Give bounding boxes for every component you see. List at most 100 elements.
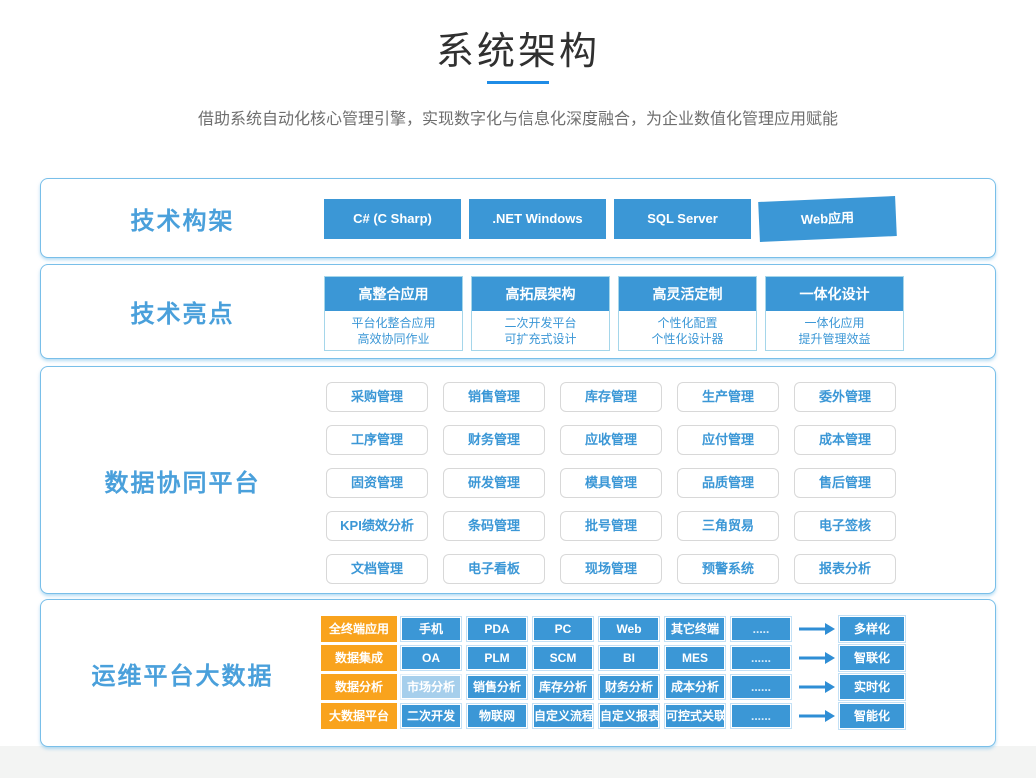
bigdata-result: 智联化 bbox=[839, 645, 905, 671]
highlight-card-flexibility: 高灵活定制 个性化配置 个性化设计器 bbox=[618, 276, 757, 351]
module-chip: 条码管理 bbox=[443, 511, 545, 541]
highlights-panel: 技术亮点 高整合应用 平台化整合应用 高效协同作业 高拓展架构 二次开发平台 可… bbox=[40, 264, 996, 359]
highlight-card-title: 高整合应用 bbox=[325, 277, 462, 313]
bigdata-chip: 物联网 bbox=[467, 704, 527, 728]
bigdata-chip: 其它终端 bbox=[665, 617, 725, 641]
bigdata-chip: 成本分析 bbox=[665, 675, 725, 699]
bigdata-row-integration: 数据集成 OA PLM SCM BI MES ...... 智联化 bbox=[321, 645, 905, 671]
tech-item-dotnet: .NET Windows bbox=[469, 199, 606, 239]
bigdata-chip: BI bbox=[599, 646, 659, 670]
module-chip: 采购管理 bbox=[326, 382, 428, 412]
bigdata-chip: 二次开发 bbox=[401, 704, 461, 728]
highlight-card-line: 个性化设计器 bbox=[619, 331, 756, 347]
module-chip: 电子签核 bbox=[794, 511, 896, 541]
highlight-card-integration: 高整合应用 平台化整合应用 高效协同作业 bbox=[324, 276, 463, 351]
highlight-card-line: 平台化整合应用 bbox=[325, 315, 462, 331]
tech-item-csharp: C# (C Sharp) bbox=[324, 199, 461, 239]
highlight-card-line: 二次开发平台 bbox=[472, 315, 609, 331]
platform-panel: 数据协同平台 采购管理 销售管理 库存管理 生产管理 委外管理 工序管理 财务管… bbox=[40, 366, 996, 594]
module-chip: 财务管理 bbox=[443, 425, 545, 455]
highlights-label: 技术亮点 bbox=[41, 265, 324, 358]
bigdata-chip-ellipsis: ...... bbox=[731, 704, 791, 728]
bigdata-chip: OA bbox=[401, 646, 461, 670]
module-chip: 库存管理 bbox=[560, 382, 662, 412]
footer-strip bbox=[0, 746, 1036, 778]
page-title: 系统架构 bbox=[0, 20, 1036, 75]
arrow-right-icon bbox=[799, 710, 835, 722]
highlight-card-extension: 高拓展架构 二次开发平台 可扩充式设计 bbox=[471, 276, 610, 351]
bigdata-chip: PDA bbox=[467, 617, 527, 641]
bigdata-chip: Web bbox=[599, 617, 659, 641]
bigdata-chip-ellipsis: ..... bbox=[731, 617, 791, 641]
module-chip: 应付管理 bbox=[677, 425, 779, 455]
bigdata-row-terminals: 全终端应用 手机 PDA PC Web 其它终端 ..... 多样化 bbox=[321, 616, 905, 642]
module-grid: 采购管理 销售管理 库存管理 生产管理 委外管理 工序管理 财务管理 应收管理 … bbox=[326, 382, 896, 584]
bigdata-rows: 全终端应用 手机 PDA PC Web 其它终端 ..... 多样化 数据集成 … bbox=[321, 616, 905, 732]
bigdata-chip: 库存分析 bbox=[533, 675, 593, 699]
bigdata-row-tag: 大数据平台 bbox=[321, 703, 397, 729]
highlight-card-line: 提升管理效益 bbox=[766, 331, 903, 347]
bigdata-row-platform: 大数据平台 二次开发 物联网 自定义流程 自定义报表 可控式关联 ...... … bbox=[321, 703, 905, 729]
tech-stack-label: 技术构架 bbox=[41, 179, 324, 257]
bigdata-chip: 自定义报表 bbox=[599, 704, 659, 728]
module-chip: 成本管理 bbox=[794, 425, 896, 455]
bigdata-panel: 运维平台大数据 全终端应用 手机 PDA PC Web 其它终端 ..... 多… bbox=[40, 599, 996, 747]
bigdata-chip: MES bbox=[665, 646, 725, 670]
bigdata-result: 智能化 bbox=[839, 703, 905, 729]
bigdata-chip: 市场分析 bbox=[401, 675, 461, 699]
module-chip: 生产管理 bbox=[677, 382, 779, 412]
arrow-right-icon bbox=[799, 681, 835, 693]
bigdata-chip-ellipsis: ...... bbox=[731, 675, 791, 699]
bigdata-chip: PLM bbox=[467, 646, 527, 670]
module-chip: 委外管理 bbox=[794, 382, 896, 412]
module-chip: 品质管理 bbox=[677, 468, 779, 498]
module-chip: 批号管理 bbox=[560, 511, 662, 541]
page: 系统架构 借助系统自动化核心管理引擎，实现数字化与信息化深度融合，为企业数值化管… bbox=[0, 0, 1036, 778]
bigdata-row-tag: 数据集成 bbox=[321, 645, 397, 671]
bigdata-row-tag: 全终端应用 bbox=[321, 616, 397, 642]
highlight-card-allinone: 一体化设计 一体化应用 提升管理效益 bbox=[765, 276, 904, 351]
bigdata-chip: SCM bbox=[533, 646, 593, 670]
module-chip: KPI绩效分析 bbox=[326, 511, 428, 541]
highlight-card-line: 一体化应用 bbox=[766, 315, 903, 331]
highlight-card-body: 平台化整合应用 高效协同作业 bbox=[325, 313, 462, 350]
highlight-card-line: 高效协同作业 bbox=[325, 331, 462, 347]
module-chip: 三角贸易 bbox=[677, 511, 779, 541]
module-chip: 售后管理 bbox=[794, 468, 896, 498]
platform-label: 数据协同平台 bbox=[41, 367, 324, 593]
module-chip: 电子看板 bbox=[443, 554, 545, 584]
arrow-right-icon bbox=[799, 652, 835, 664]
bigdata-chip: 可控式关联 bbox=[665, 704, 725, 728]
highlight-card-body: 一体化应用 提升管理效益 bbox=[766, 313, 903, 350]
tech-item-web: Web应用 bbox=[758, 196, 897, 242]
bigdata-chip-ellipsis: ...... bbox=[731, 646, 791, 670]
tech-stack-buttons: C# (C Sharp) .NET Windows SQL Server Web… bbox=[324, 199, 896, 239]
bigdata-row-analysis: 数据分析 市场分析 销售分析 库存分析 财务分析 成本分析 ...... 实时化 bbox=[321, 674, 905, 700]
page-subtitle: 借助系统自动化核心管理引擎，实现数字化与信息化深度融合，为企业数值化管理应用赋能 bbox=[0, 105, 1036, 129]
module-chip: 销售管理 bbox=[443, 382, 545, 412]
module-chip: 文档管理 bbox=[326, 554, 428, 584]
highlight-card-title: 高拓展架构 bbox=[472, 277, 609, 313]
highlight-card-body: 个性化配置 个性化设计器 bbox=[619, 313, 756, 350]
bigdata-label: 运维平台大数据 bbox=[41, 600, 324, 746]
module-chip: 模具管理 bbox=[560, 468, 662, 498]
module-chip: 工序管理 bbox=[326, 425, 428, 455]
tech-stack-panel: 技术构架 C# (C Sharp) .NET Windows SQL Serve… bbox=[40, 178, 996, 258]
module-chip: 应收管理 bbox=[560, 425, 662, 455]
module-chip: 研发管理 bbox=[443, 468, 545, 498]
highlight-card-line: 可扩充式设计 bbox=[472, 331, 609, 347]
bigdata-chip: 销售分析 bbox=[467, 675, 527, 699]
bigdata-chip: 财务分析 bbox=[599, 675, 659, 699]
tech-item-sqlserver: SQL Server bbox=[614, 199, 751, 239]
bigdata-result: 实时化 bbox=[839, 674, 905, 700]
highlight-cards: 高整合应用 平台化整合应用 高效协同作业 高拓展架构 二次开发平台 可扩充式设计… bbox=[324, 276, 904, 351]
module-chip: 预警系统 bbox=[677, 554, 779, 584]
highlight-card-title: 一体化设计 bbox=[766, 277, 903, 313]
module-chip: 固资管理 bbox=[326, 468, 428, 498]
highlight-card-line: 个性化配置 bbox=[619, 315, 756, 331]
title-underline bbox=[487, 81, 549, 84]
highlight-card-body: 二次开发平台 可扩充式设计 bbox=[472, 313, 609, 350]
bigdata-chip: 手机 bbox=[401, 617, 461, 641]
module-chip: 报表分析 bbox=[794, 554, 896, 584]
bigdata-row-tag: 数据分析 bbox=[321, 674, 397, 700]
